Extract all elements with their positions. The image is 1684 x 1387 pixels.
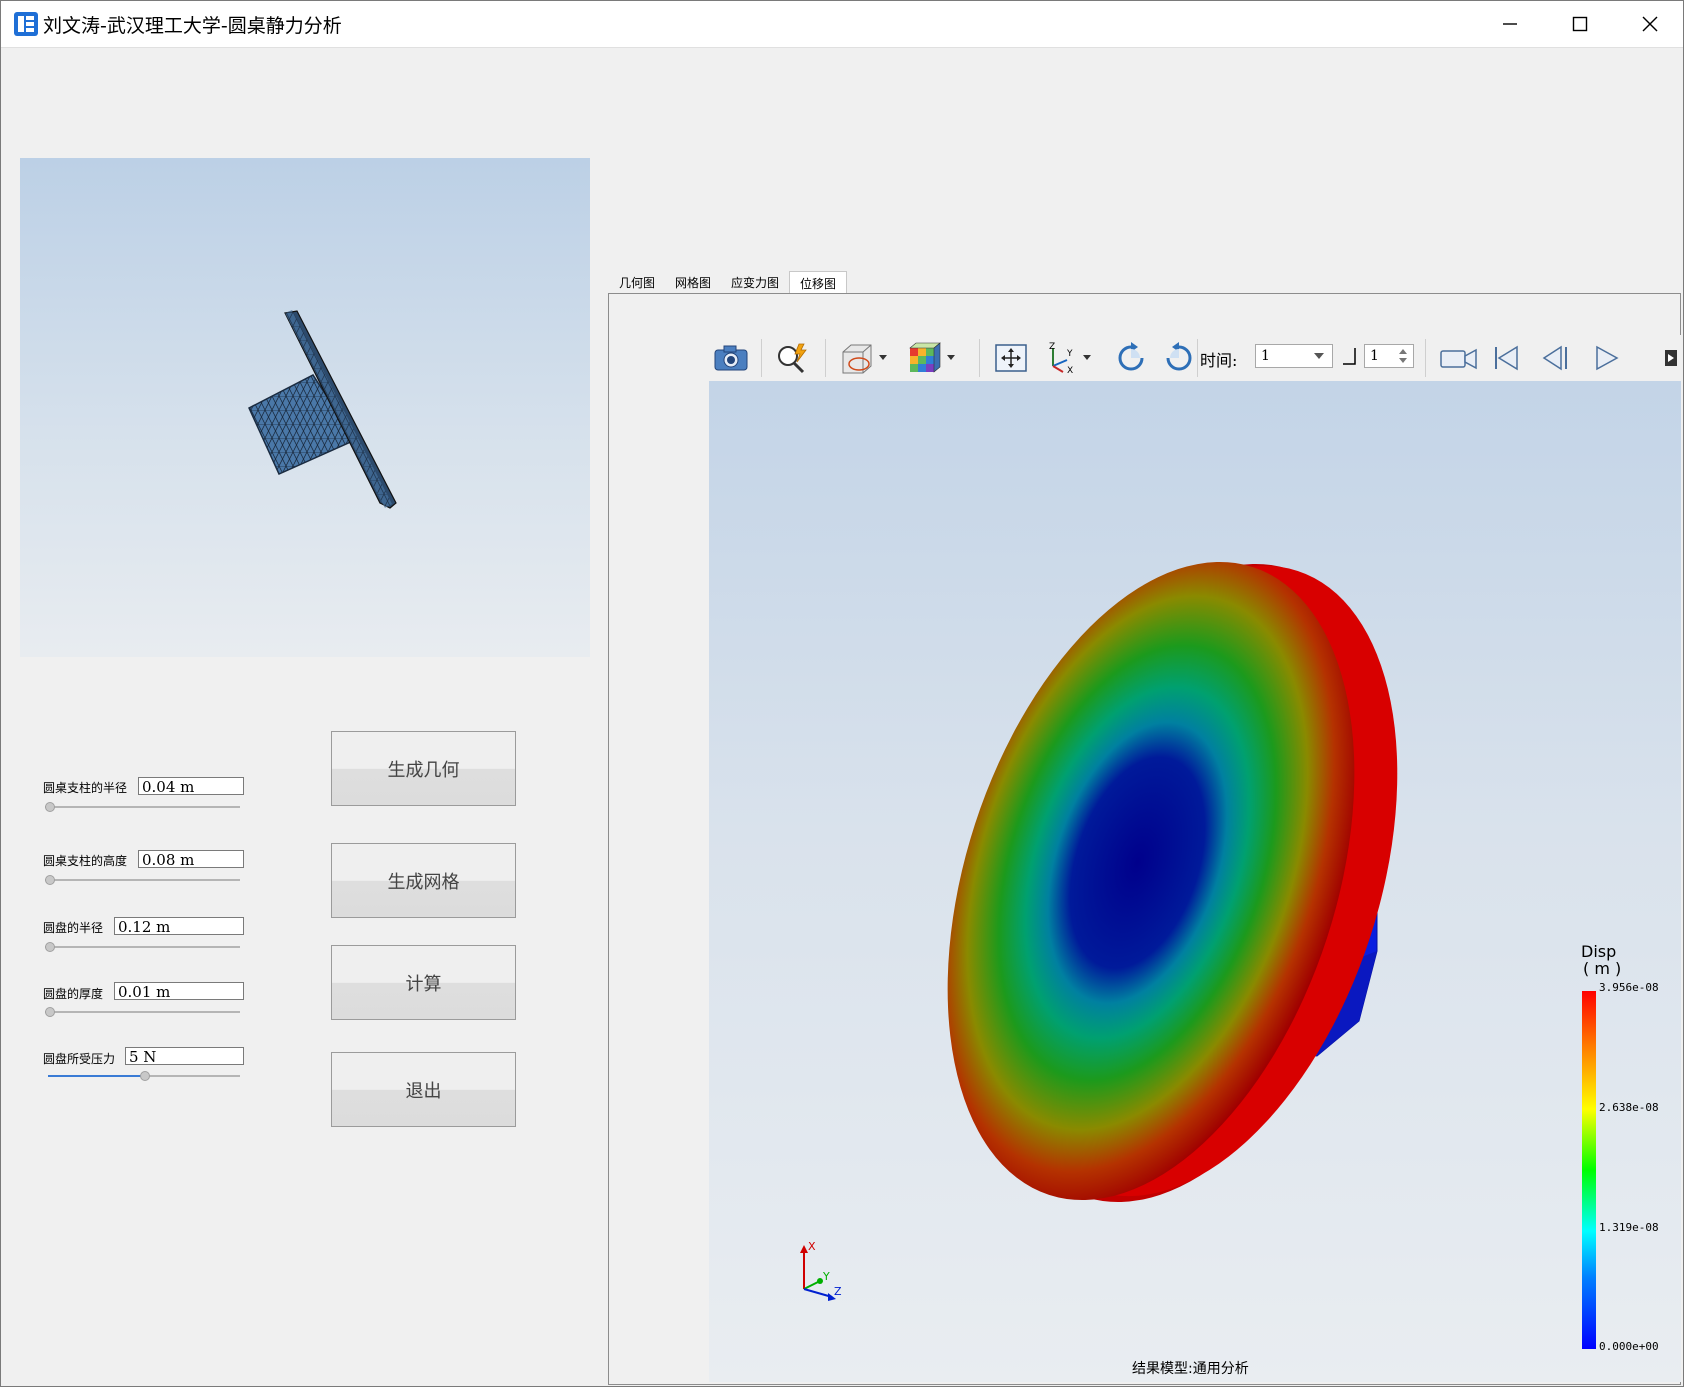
pillar-height-input[interactable]: 0.08 m	[138, 850, 244, 869]
camera-icon	[714, 345, 748, 371]
spin-arrows-icon	[1399, 349, 1407, 363]
param-label-disk-thickness: 圆盘的厚度	[43, 987, 104, 1001]
disk-radius-input[interactable]: 0.12 m	[114, 917, 244, 936]
rotate-ccw-icon	[1166, 342, 1192, 371]
query-icon	[778, 343, 807, 374]
window-title: 刘文涛-武汉理工大学-圆桌静力分析	[43, 15, 342, 37]
generate-mesh-button[interactable]: 生成网格	[331, 843, 516, 918]
pillar-radius-slider[interactable]	[45, 801, 240, 813]
displacement-viewport[interactable]	[709, 381, 1681, 1382]
record-video-button[interactable]	[1439, 341, 1479, 375]
slider-thumb[interactable]	[45, 802, 55, 812]
prev-frame-button[interactable]	[1541, 341, 1571, 375]
play-icon	[1596, 345, 1619, 371]
triad-y-label: Y	[822, 1270, 830, 1283]
first-frame-icon	[1495, 345, 1518, 371]
axes-orient-button[interactable]: Z Y X	[1043, 341, 1095, 375]
pressure-slider[interactable]	[48, 1070, 240, 1082]
param-label-disk-radius: 圆盘的半径	[43, 921, 104, 935]
fit-view-button[interactable]	[993, 341, 1029, 375]
svg-text:X: X	[1067, 366, 1073, 374]
clip-box-button[interactable]	[839, 341, 891, 375]
minimize-icon	[1503, 23, 1517, 25]
step-spinbox[interactable]: 1	[1364, 344, 1414, 368]
rotate-cw-icon	[1118, 342, 1144, 371]
legend-tick-min: 0.000e+00	[1599, 1340, 1659, 1353]
close-button[interactable]	[1615, 1, 1683, 47]
legend-colorbar	[1582, 991, 1596, 1349]
view-tabs: 几何图 网格图 应变力图 位移图	[609, 271, 848, 294]
close-icon	[1642, 16, 1658, 32]
fit-view-icon	[995, 344, 1027, 372]
time-label: 时间:	[1200, 351, 1238, 370]
legend-tick-max: 3.956e-08	[1599, 981, 1659, 994]
maximize-icon	[1572, 16, 1588, 32]
app-window: 刘文涛-武汉理工大学-圆桌静力分析 圆桌支柱的半径 0.04 m 圆桌支柱的高度…	[0, 0, 1684, 1387]
exit-button[interactable]: 退出	[331, 1052, 516, 1127]
screenshot-button[interactable]	[713, 341, 749, 375]
mesh-model-preview	[248, 310, 397, 509]
rotate-ccw-button[interactable]	[1161, 341, 1197, 375]
viewer-toolbar: Z Y X 时间: 1 1	[709, 335, 1681, 382]
clip-box-icon	[842, 344, 887, 374]
svg-text:Y: Y	[1066, 349, 1073, 359]
generate-geometry-button[interactable]: 生成几何	[331, 731, 516, 806]
chevron-down-icon	[1314, 353, 1324, 359]
axis-triad: X Y Z	[800, 1240, 842, 1301]
param-label-pressure: 圆盘所受压力	[43, 1052, 116, 1066]
pillar-radius-input[interactable]: 0.04 m	[138, 777, 244, 796]
slider-thumb[interactable]	[45, 875, 55, 885]
axes-orient-icon: Z Y X	[1049, 342, 1091, 374]
tab-displacement[interactable]: 位移图	[789, 271, 848, 294]
disk-thickness-slider[interactable]	[45, 1006, 240, 1018]
time-select-value: 1	[1261, 348, 1270, 364]
step-corner-icon	[1343, 348, 1356, 365]
color-cube-icon	[909, 342, 955, 373]
play-button[interactable]	[1591, 341, 1621, 375]
record-video-icon	[1440, 348, 1477, 370]
step-spinbox-value: 1	[1370, 348, 1379, 364]
title-bar: 刘文涛-武汉理工大学-圆桌静力分析	[1, 1, 1683, 48]
disk-thickness-input[interactable]: 0.01 m	[114, 982, 244, 1001]
chevron-right-icon	[1665, 350, 1677, 366]
rotate-cw-button[interactable]	[1113, 341, 1149, 375]
tab-geometry[interactable]: 几何图	[609, 271, 665, 294]
first-frame-button[interactable]	[1491, 341, 1521, 375]
toolbar-overflow-button[interactable]	[1663, 341, 1679, 375]
legend-tick-low: 1.319e-08	[1599, 1221, 1659, 1234]
slider-thumb[interactable]	[45, 1007, 55, 1017]
slider-thumb[interactable]	[140, 1071, 150, 1081]
param-label-pillar-radius: 圆桌支柱的半径	[43, 781, 128, 795]
slider-thumb[interactable]	[45, 942, 55, 952]
param-label-pillar-height: 圆桌支柱的高度	[43, 854, 128, 868]
query-button[interactable]	[775, 341, 811, 375]
legend-tick-high: 2.638e-08	[1599, 1101, 1659, 1114]
maximize-button[interactable]	[1545, 1, 1615, 47]
geometry-preview-viewport[interactable]	[20, 158, 590, 657]
minimize-button[interactable]	[1475, 1, 1545, 47]
app-logo-icon	[14, 12, 38, 36]
svg-text:Z: Z	[1049, 342, 1055, 352]
triad-x-label: X	[808, 1240, 816, 1253]
time-select[interactable]: 1	[1255, 344, 1333, 368]
prev-frame-icon	[1542, 345, 1567, 371]
compute-button[interactable]: 计算	[331, 945, 516, 1020]
legend-unit: ( m )	[1583, 959, 1622, 978]
color-map-button[interactable]	[907, 341, 959, 375]
tab-mesh[interactable]: 网格图	[665, 271, 721, 294]
triad-z-label: Z	[834, 1285, 842, 1298]
disk-radius-slider[interactable]	[45, 941, 240, 953]
pillar-height-slider[interactable]	[45, 874, 240, 886]
displacement-contour-model	[947, 561, 1398, 1203]
result-model-label: 结果模型:通用分析	[1132, 1361, 1249, 1377]
pressure-input[interactable]: 5 N	[125, 1047, 244, 1066]
tab-stress[interactable]: 应变力图	[721, 271, 789, 294]
